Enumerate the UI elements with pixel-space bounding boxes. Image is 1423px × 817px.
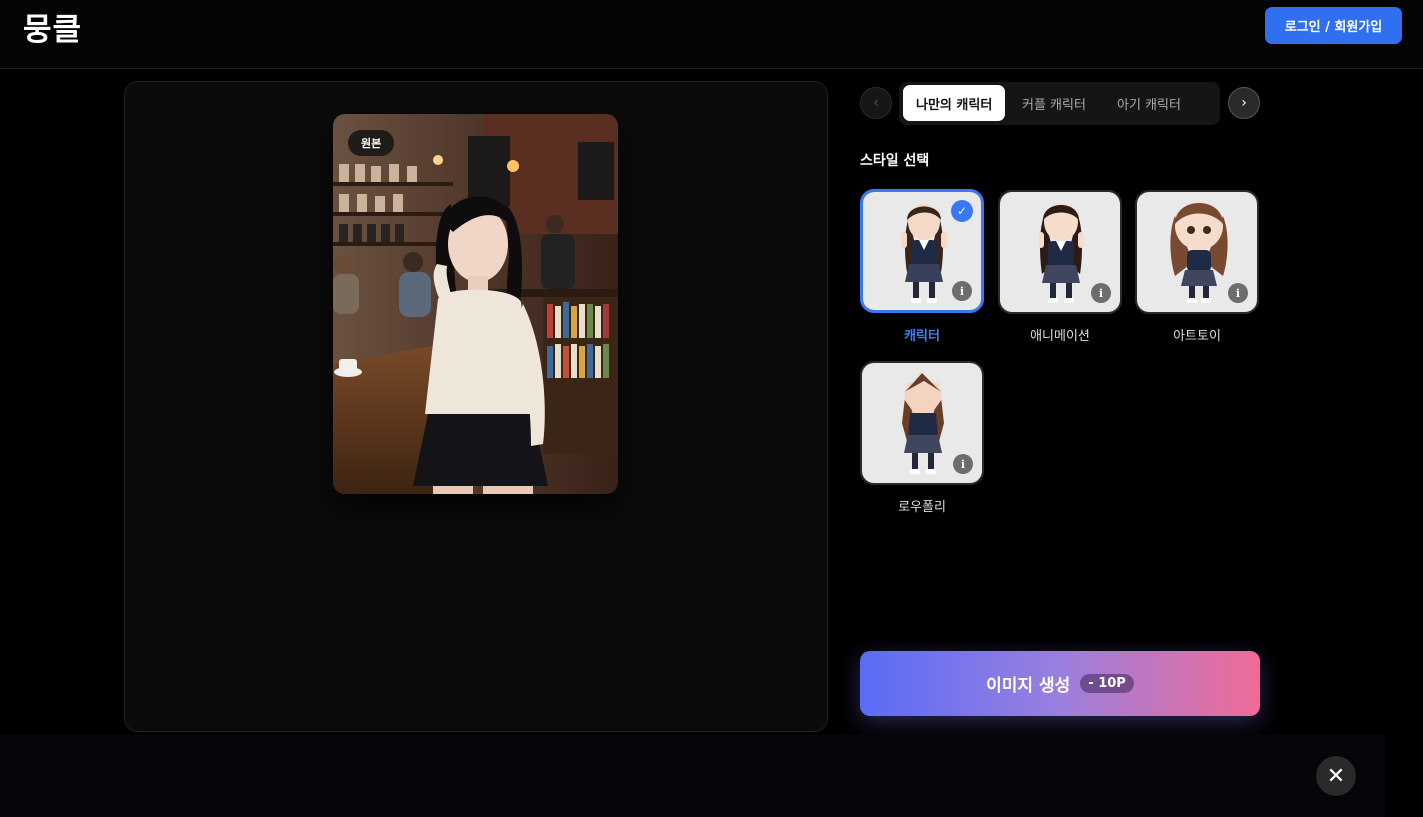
- chevron-right-icon: ›: [1241, 95, 1247, 111]
- style-card-art-toy[interactable]: i: [1135, 190, 1259, 314]
- app-header: 뭉클 로그인 / 회원가입: [0, 0, 1423, 69]
- tab-couple-character[interactable]: 커플 캐릭터: [1009, 85, 1099, 121]
- tab-baby-character[interactable]: 아기 캐릭터: [1104, 85, 1194, 121]
- tab-my-character[interactable]: 나만의 캐릭터: [903, 85, 1006, 121]
- selected-check-icon: ✓: [951, 200, 973, 222]
- info-icon[interactable]: i: [1228, 283, 1248, 303]
- info-icon[interactable]: i: [1091, 283, 1111, 303]
- style-card-animation[interactable]: i: [998, 190, 1122, 314]
- style-card-character[interactable]: ✓ i: [860, 189, 984, 313]
- category-tabs: 나만의 캐릭터 커플 캐릭터 아기 캐릭터: [899, 82, 1220, 125]
- style-label-character: 캐릭터: [904, 329, 940, 344]
- tab-next-button[interactable]: ›: [1228, 87, 1260, 119]
- close-icon: ✕: [1326, 763, 1346, 789]
- close-button[interactable]: ✕: [1316, 756, 1356, 796]
- style-label-low-poly: 로우폴리: [898, 500, 946, 515]
- generate-cost-badge: - 10P: [1080, 674, 1134, 693]
- original-badge: 원본: [348, 130, 395, 156]
- preview-panel: 원본: [124, 81, 828, 732]
- bottom-banner: [0, 735, 1385, 817]
- style-label-animation: 애니메이션: [1030, 329, 1090, 344]
- login-signup-button[interactable]: 로그인 / 회원가입: [1265, 7, 1402, 44]
- style-label-art-toy: 아트토이: [1173, 329, 1221, 344]
- app-logo[interactable]: 뭉클: [23, 4, 82, 49]
- style-section-title: 스타일 선택: [860, 153, 930, 169]
- chevron-left-icon: ‹: [873, 95, 879, 111]
- style-card-low-poly[interactable]: i: [860, 361, 984, 485]
- info-icon[interactable]: i: [952, 281, 972, 301]
- info-icon[interactable]: i: [953, 454, 973, 474]
- original-photo: 원본: [333, 114, 618, 494]
- generate-label: 이미지 생성: [986, 676, 1071, 696]
- tab-prev-button[interactable]: ‹: [860, 87, 892, 119]
- generate-image-button[interactable]: 이미지 생성 - 10P: [860, 651, 1260, 716]
